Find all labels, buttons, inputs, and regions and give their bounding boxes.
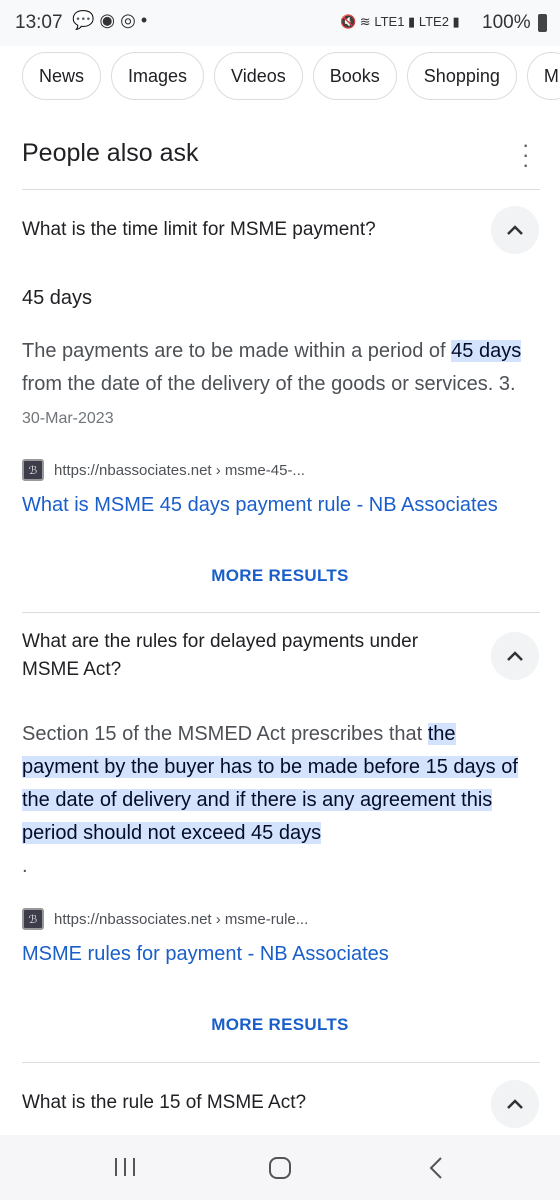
chip-books[interactable]: Books [312, 52, 397, 100]
question-2[interactable]: What are the rules for delayed payments … [22, 628, 452, 684]
more-options-icon[interactable]: · · · [522, 134, 529, 176]
chevron-up-icon[interactable] [491, 1080, 539, 1128]
answer-snippet: The payments are to be made within a per… [22, 335, 542, 435]
snippet-highlight: 45 days [451, 340, 522, 362]
source-url: https://nbassociates.net › msme-rule... [54, 910, 309, 928]
source[interactable]: ℬhttps://nbassociates.net › msme-rule... [22, 908, 308, 930]
chip-news[interactable]: News [22, 52, 102, 100]
chevron-up-icon[interactable] [491, 206, 539, 254]
divider [22, 189, 540, 190]
source-url: https://nbassociates.net › msme-45-... [54, 461, 305, 479]
answer-snippet: Section 15 of the MSMED Act prescribes t… [22, 718, 527, 883]
chip-images[interactable]: Images [111, 52, 205, 100]
recent-apps-icon[interactable] [113, 1157, 137, 1177]
favicon-icon: ℬ [22, 908, 44, 930]
signal-icons: 🔇 ≋ LTE1 ▮ LTE2 ▮ [340, 14, 460, 29]
home-icon[interactable] [268, 1156, 292, 1180]
notification-icons: 💬 ◉ ◎ • [72, 10, 148, 30]
question-3[interactable]: What is the rule 15 of MSME Act? [22, 1089, 472, 1117]
snippet-date: 30-Mar-2023 [22, 410, 114, 427]
back-icon[interactable] [428, 1156, 444, 1180]
result-link[interactable]: MSME rules for payment - NB Associates [22, 943, 389, 966]
divider [22, 612, 540, 613]
more-results-button[interactable]: MORE RESULTS [0, 566, 560, 586]
favicon-icon: ℬ [22, 459, 44, 481]
battery-icon [538, 14, 547, 32]
source[interactable]: ℬhttps://nbassociates.net › msme-45-... [22, 459, 305, 481]
chip-more[interactable]: M [526, 52, 560, 100]
question-1[interactable]: What is the time limit for MSME payment? [22, 216, 472, 244]
more-results-button[interactable]: MORE RESULTS [0, 1015, 560, 1035]
divider [22, 1062, 540, 1063]
chevron-up-icon[interactable] [491, 632, 539, 680]
clock: 13:07 [15, 12, 63, 33]
sim2-label: LTE2 [418, 14, 449, 29]
answer-heading: 45 days [22, 287, 93, 309]
battery-level: 100% [482, 12, 531, 33]
chip-videos[interactable]: Videos [214, 52, 303, 100]
snippet-text: from the date of the delivery of the goo… [22, 373, 516, 395]
snippet-text: The payments are to be made within a per… [22, 340, 452, 362]
section-title: People also ask [22, 139, 199, 167]
result-link[interactable]: What is MSME 45 days payment rule - NB A… [22, 494, 498, 517]
snippet-text: Section 15 of the MSMED Act prescribes t… [22, 723, 428, 745]
navigation-bar [0, 1135, 560, 1200]
status-bar: 13:07 💬 ◉ ◎ • 🔇 ≋ LTE1 ▮ LTE2 ▮ 100% [0, 0, 560, 46]
sim1-label: LTE1 [374, 14, 405, 29]
snippet-text: . [22, 855, 28, 877]
chip-shopping[interactable]: Shopping [406, 52, 517, 100]
search-filter-chips: News Images Videos Books Shopping M [22, 52, 560, 100]
